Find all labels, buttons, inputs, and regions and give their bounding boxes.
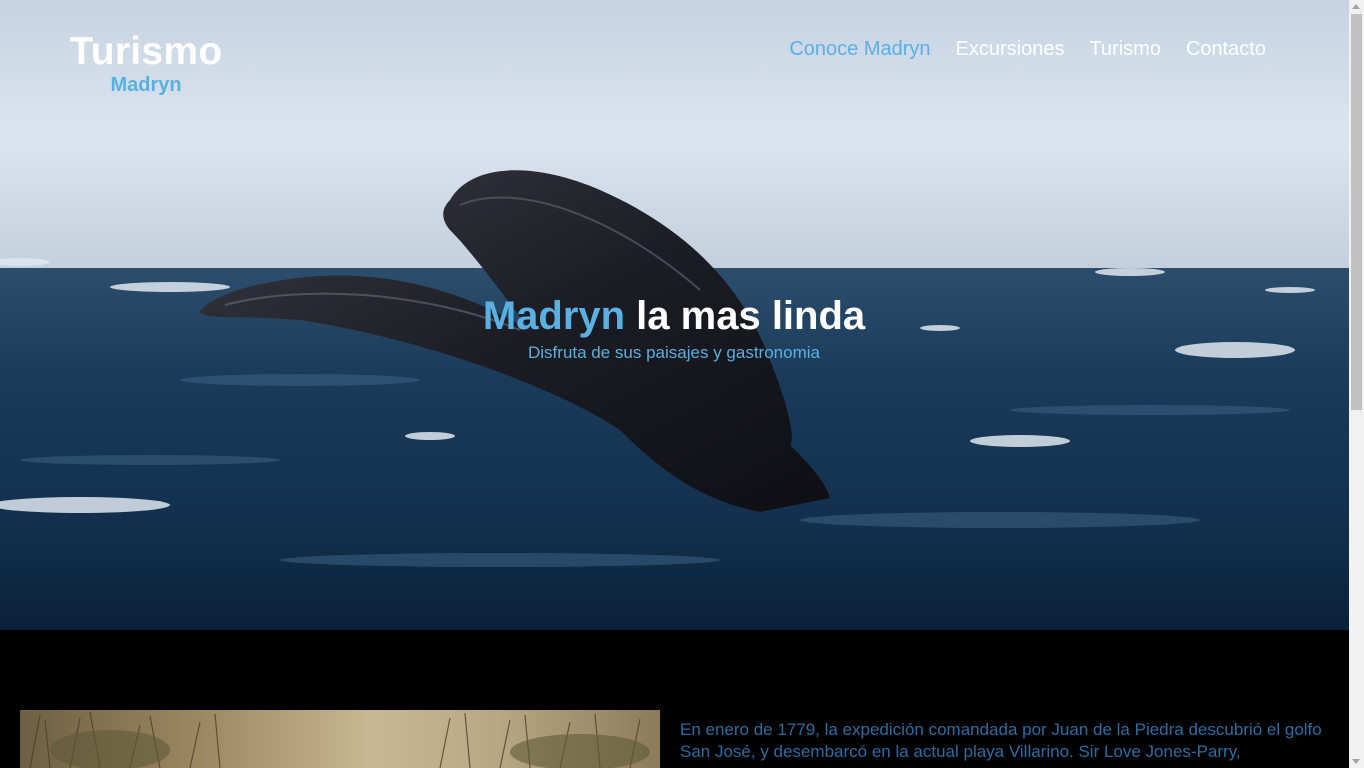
page: Turismo Madryn Conoce Madryn Excursiones…	[0, 0, 1364, 768]
hero-subtitle: Disfruta de sus paisajes y gastronomia	[528, 343, 820, 362]
scroll-down-arrow-icon[interactable]	[1352, 759, 1360, 764]
hero-title-accent: Madryn	[482, 294, 626, 338]
hero-text: Madryn la mas linda Disfruta de sus pais…	[374, 292, 974, 364]
logo-title: Turismo	[69, 30, 223, 73]
hero-title-rest: la mas linda	[625, 294, 866, 338]
nav-link-turismo[interactable]: Turismo	[1089, 37, 1160, 61]
main-nav: Conoce Madryn Excursiones Turismo Contac…	[789, 37, 1266, 61]
logo-subtitle: Madryn	[110, 74, 182, 96]
page-scrollbar[interactable]	[1349, 0, 1364, 768]
hero-title: Madryn la mas linda	[374, 292, 974, 340]
scrollbar-thumb[interactable]	[1351, 14, 1362, 410]
history-paragraph: En enero de 1779, la expedición comandad…	[680, 720, 1322, 761]
nav-link-conoce-madryn[interactable]: Conoce Madryn	[789, 37, 930, 61]
site-logo[interactable]: Turismo Madryn	[68, 30, 224, 96]
nav-link-excursiones[interactable]: Excursiones	[956, 37, 1065, 61]
scroll-up-arrow-icon[interactable]	[1352, 4, 1360, 9]
hero-section: Turismo Madryn Conoce Madryn Excursiones…	[0, 0, 1349, 630]
landscape-photo	[20, 710, 660, 768]
nav-link-contacto[interactable]: Contacto	[1186, 37, 1266, 61]
